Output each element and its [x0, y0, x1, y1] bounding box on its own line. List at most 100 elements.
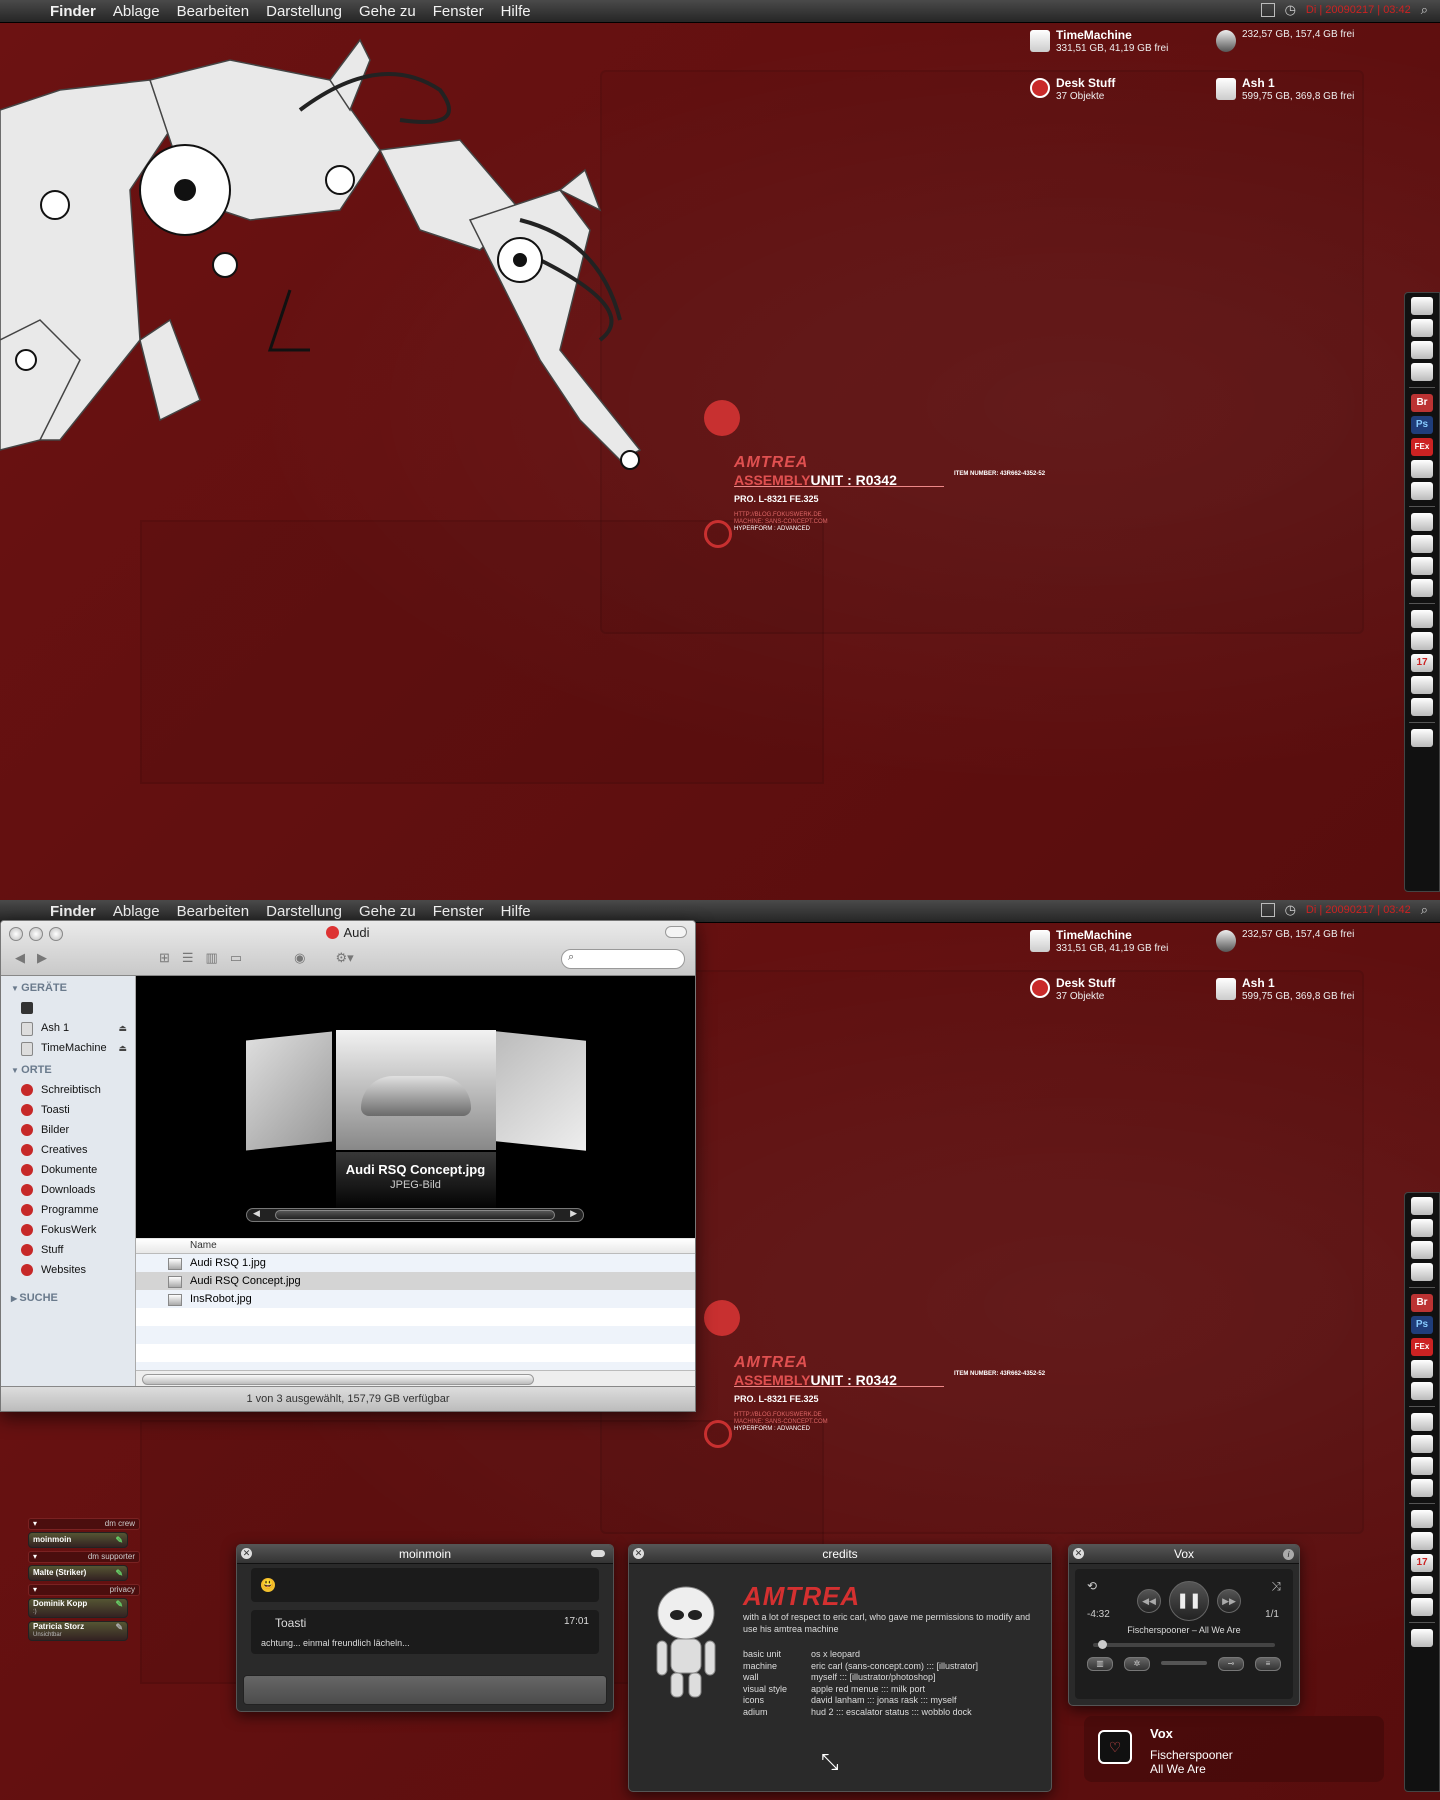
- sidebar-item-programme[interactable]: Programme: [1, 1200, 135, 1220]
- menu-ablage[interactable]: Ablage: [113, 903, 160, 920]
- sidebar-item-bilder[interactable]: Bilder: [1, 1120, 135, 1140]
- progress-bar[interactable]: [1093, 1640, 1275, 1649]
- sidebar-item-schreibtisch[interactable]: Schreibtisch: [1, 1080, 135, 1100]
- sidebar-item-toasti[interactable]: Toasti: [1, 1100, 135, 1120]
- bridge-icon[interactable]: Br: [1411, 1294, 1433, 1312]
- menu-fenster[interactable]: Fenster: [433, 903, 484, 920]
- settings-icon[interactable]: ✲: [1124, 1657, 1150, 1671]
- scroll-thumb[interactable]: [275, 1210, 555, 1220]
- view-buttons[interactable]: ⊞☰▥▭: [159, 950, 254, 966]
- app-icon[interactable]: [1411, 698, 1433, 716]
- growl-notification[interactable]: ♡ Vox Fischerspooner All We Are: [1084, 1716, 1384, 1782]
- sidebar-item-dokumente[interactable]: Dokumente: [1, 1160, 135, 1180]
- app-icon[interactable]: [1411, 1382, 1433, 1400]
- apple-icon[interactable]: [18, 2, 36, 20]
- action-gear-icon[interactable]: ⚙▾: [335, 950, 353, 966]
- sidebar-item-ash1[interactable]: Ash 1 ⏏: [1, 1018, 135, 1038]
- chat-title-bar[interactable]: ✕ moinmoin: [237, 1545, 613, 1564]
- sidebar-item-timemachine[interactable]: TimeMachine ⏏: [1, 1038, 135, 1058]
- file-row[interactable]: InsRobot.jpg: [136, 1290, 695, 1308]
- close-icon[interactable]: ✕: [633, 1548, 644, 1559]
- sidebar-item-stuff[interactable]: Stuff: [1, 1240, 135, 1260]
- sidebar-item-macintosh[interactable]: [1, 998, 135, 1018]
- cover-thumbnail[interactable]: [246, 1031, 332, 1151]
- cover-flow[interactable]: Audi RSQ Concept.jpg JPEG-Bild ◀ ▶: [136, 976, 695, 1238]
- file-row[interactable]: Audi RSQ 1.jpg: [136, 1254, 695, 1272]
- menu-hilfe[interactable]: Hilfe: [501, 903, 531, 920]
- cat-icon[interactable]: [1411, 513, 1433, 531]
- time-machine-icon[interactable]: ◷: [1285, 902, 1296, 918]
- calendar-icon[interactable]: 17: [1411, 654, 1433, 672]
- sidebar-item-downloads[interactable]: Downloads: [1, 1180, 135, 1200]
- finder-icon[interactable]: [1411, 1197, 1433, 1215]
- horizontal-scrollbar[interactable]: [136, 1370, 695, 1387]
- menu-darstellung[interactable]: Darstellung: [266, 3, 342, 20]
- expand-icon[interactable]: ⤡: [821, 1749, 839, 1775]
- playlist-icon[interactable]: ≡: [1255, 1657, 1281, 1671]
- menu-gehe-zu[interactable]: Gehe zu: [359, 3, 416, 20]
- fex-icon[interactable]: FEx: [1411, 438, 1433, 456]
- photoshop-icon[interactable]: Ps: [1411, 1316, 1433, 1334]
- buddy-item[interactable]: Patricia Storz Unsichtbar ✎: [28, 1621, 128, 1641]
- title-bar[interactable]: Audi ◀▶ ⊞☰▥▭ ◉ ⚙▾ ⌕: [1, 921, 695, 976]
- folder-desk-stuff[interactable]: Desk Stuff 37 Objekte: [1030, 976, 1115, 1002]
- back-forward-buttons[interactable]: ◀▶: [15, 950, 59, 966]
- finder-icon[interactable]: [1411, 297, 1433, 315]
- menu-bearbeiten[interactable]: Bearbeiten: [177, 3, 250, 20]
- mail-icon[interactable]: [1411, 1510, 1433, 1528]
- buddy-item[interactable]: Dominik Kopp:) ✎: [28, 1598, 128, 1618]
- time-machine-icon[interactable]: ◷: [1285, 2, 1296, 18]
- mail-icon[interactable]: [1411, 610, 1433, 628]
- buddy-item[interactable]: moinmoin ✎: [28, 1532, 128, 1548]
- shuffle-icon[interactable]: ⤨: [1271, 1579, 1281, 1594]
- itunes-icon[interactable]: [1411, 341, 1433, 359]
- close-icon[interactable]: ✕: [241, 1548, 252, 1559]
- adium-icon[interactable]: [1411, 319, 1433, 337]
- app-icon[interactable]: [1411, 1457, 1433, 1475]
- app-icon[interactable]: [1411, 1598, 1433, 1616]
- menu-bearbeiten[interactable]: Bearbeiten: [177, 903, 250, 920]
- system-prefs-icon[interactable]: [1411, 1263, 1433, 1281]
- info-icon[interactable]: i: [1283, 1549, 1294, 1560]
- calendar-icon[interactable]: 17: [1411, 1554, 1433, 1572]
- scroll-thumb[interactable]: [142, 1374, 534, 1385]
- buddy-group[interactable]: ▾ privacy: [28, 1584, 140, 1596]
- adium-icon[interactable]: [1411, 1219, 1433, 1237]
- drive-system[interactable]: 232,57 GB, 157,4 GB frei: [1216, 928, 1354, 952]
- drive-ash1[interactable]: Ash 1 599,75 GB, 369,8 GB frei: [1216, 976, 1354, 1002]
- app-icon[interactable]: [1411, 676, 1433, 694]
- cube-icon[interactable]: [1411, 1479, 1433, 1497]
- app-icon[interactable]: [1411, 557, 1433, 575]
- app-icon[interactable]: [1411, 535, 1433, 553]
- scroll-left-icon[interactable]: ◀: [253, 1208, 260, 1219]
- progress-knob[interactable]: [1098, 1640, 1108, 1649]
- app-icon[interactable]: [1411, 1576, 1433, 1594]
- drive-system[interactable]: 232,57 GB, 157,4 GB frei: [1216, 28, 1354, 52]
- sidebar-section-places[interactable]: ORTE: [11, 1064, 135, 1076]
- drive-timemachine[interactable]: TimeMachine 331,51 GB, 41,19 GB frei: [1030, 928, 1168, 954]
- menu-finder[interactable]: Finder: [50, 903, 96, 920]
- apple-icon[interactable]: [18, 902, 36, 920]
- menu-hilfe[interactable]: Hilfe: [501, 3, 531, 20]
- minimize-button[interactable]: [591, 1550, 605, 1557]
- menu-clock[interactable]: Di | 20090217 | 03:42: [1306, 4, 1411, 16]
- scroll-right-icon[interactable]: ▶: [570, 1208, 577, 1219]
- quicklook-icon[interactable]: ◉: [294, 950, 305, 966]
- cat-icon[interactable]: [1411, 1413, 1433, 1431]
- buddy-group[interactable]: ▾ dm crew: [28, 1518, 140, 1530]
- buddy-group[interactable]: ▾ dm supporter: [28, 1551, 140, 1563]
- previous-button[interactable]: ◀◀: [1137, 1589, 1161, 1613]
- credits-title-bar[interactable]: ✕ credits: [629, 1545, 1051, 1564]
- system-prefs-icon[interactable]: [1411, 363, 1433, 381]
- menu-darstellung[interactable]: Darstellung: [266, 903, 342, 920]
- cover-flow-scrollbar[interactable]: ◀ ▶: [246, 1208, 584, 1222]
- sidebar-section-devices[interactable]: GERÄTE: [11, 982, 135, 994]
- menu-fenster[interactable]: Fenster: [433, 3, 484, 20]
- cover-thumbnail[interactable]: [496, 1031, 586, 1151]
- search-input[interactable]: ⌕: [561, 949, 685, 969]
- trash-icon[interactable]: [1411, 729, 1433, 747]
- spotlight-icon[interactable]: ⌕: [1421, 2, 1428, 18]
- next-button[interactable]: ▶▶: [1217, 1589, 1241, 1613]
- menu-clock[interactable]: Di | 20090217 | 03:42: [1306, 904, 1411, 916]
- app-icon[interactable]: [1411, 632, 1433, 650]
